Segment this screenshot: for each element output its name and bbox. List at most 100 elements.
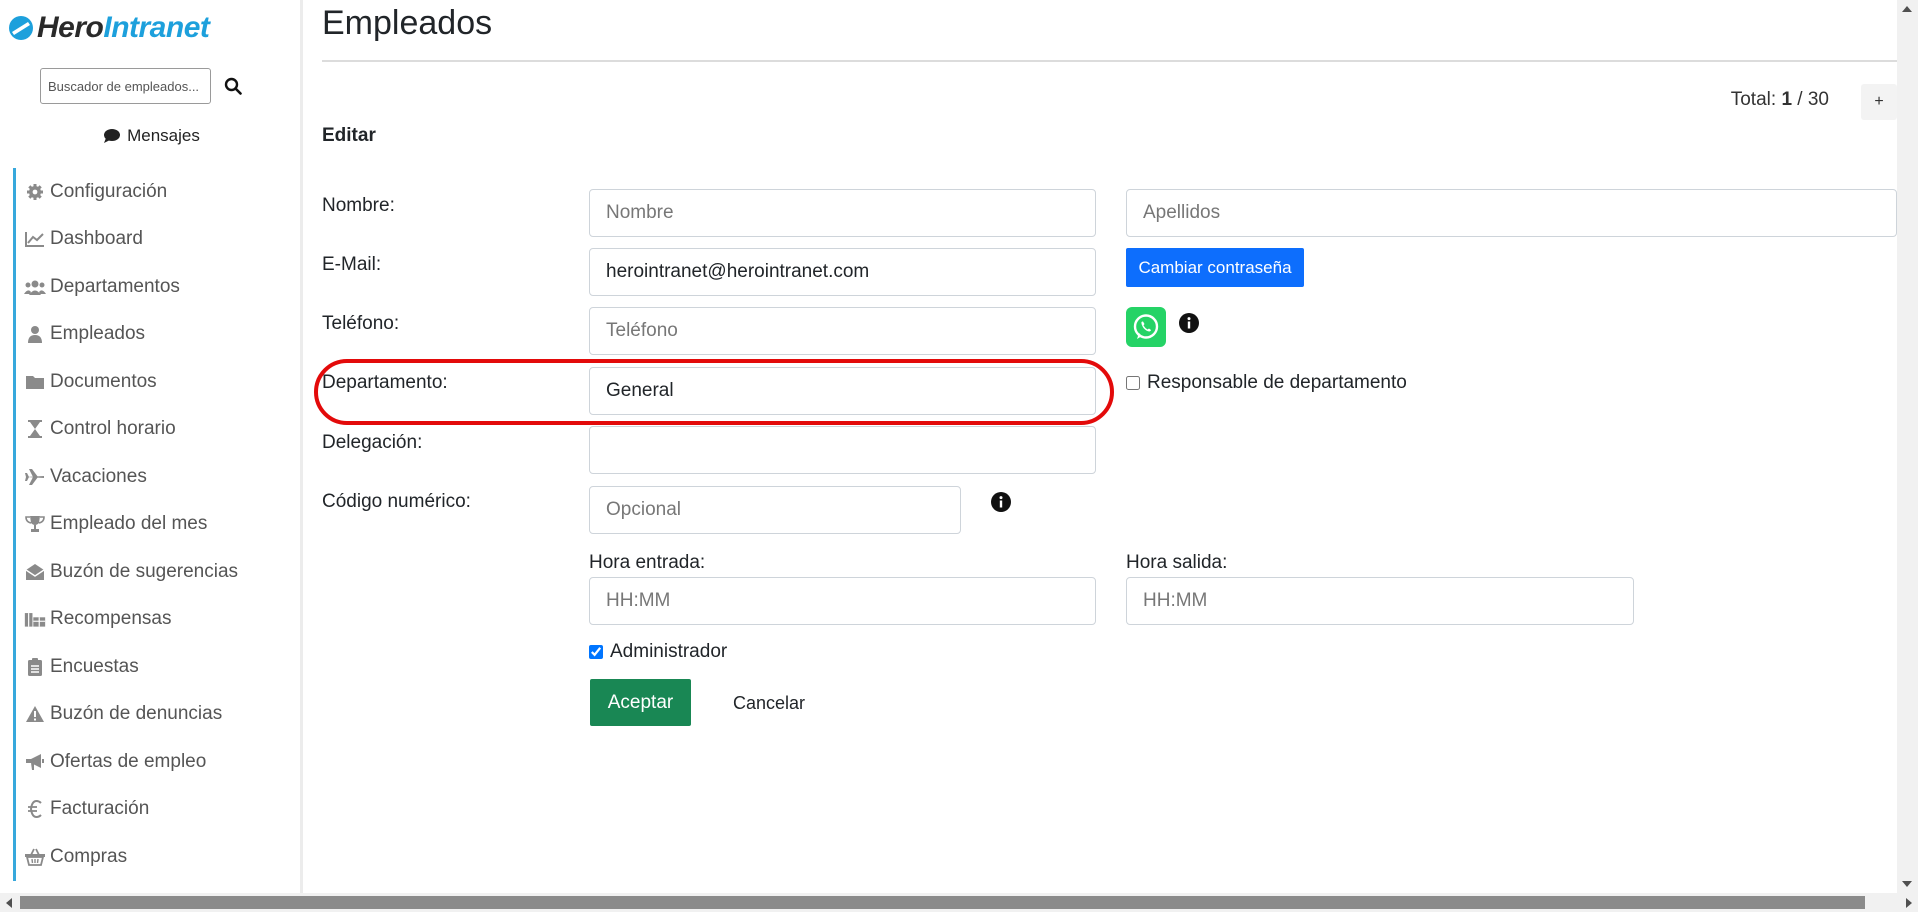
nombre-input[interactable] [589, 189, 1096, 237]
sidebar-item-control-horario[interactable]: Control horario [13, 405, 300, 453]
whatsapp-info-icon[interactable] [1179, 313, 1199, 333]
sidebar-item-label: Vacaciones [50, 465, 147, 487]
warning-icon [24, 705, 46, 723]
scroll-left-icon[interactable] [6, 898, 12, 908]
sidebar-item-label: Control horario [50, 418, 176, 440]
sidebar-item-ofertas-empleo[interactable]: Ofertas de empleo [13, 738, 300, 786]
total-separator: / [1797, 89, 1803, 110]
clipboard-icon [24, 657, 46, 676]
hora-salida-label: Hora salida: [1126, 552, 1228, 573]
sidebar-item-label: Compras [50, 845, 128, 867]
sidebar-item-label: Empleado del mes [50, 513, 208, 535]
administrador-checkbox-row[interactable]: Administrador [589, 641, 727, 663]
sidebar-item-documentos[interactable]: Documentos [13, 358, 300, 406]
accept-button[interactable]: Aceptar [590, 679, 691, 726]
employee-search-input[interactable] [40, 68, 211, 104]
scroll-right-icon[interactable] [1906, 898, 1912, 908]
whatsapp-icon[interactable] [1126, 307, 1166, 347]
administrador-label: Administrador [610, 641, 728, 662]
change-password-button[interactable]: Cambiar contraseña [1126, 248, 1304, 287]
total-count: 30 [1807, 89, 1829, 110]
section-title: Editar [322, 125, 376, 146]
sidebar-item-label: Departamentos [50, 275, 180, 297]
sidebar-item-label: Ofertas de empleo [50, 750, 207, 772]
logo[interactable]: HeroIntranet [8, 8, 210, 48]
logo-text: HeroIntranet [37, 11, 210, 45]
telefono-label: Teléfono: [322, 313, 400, 334]
sidebar-item-compras[interactable]: Compras [13, 833, 300, 881]
administrador-checkbox[interactable] [589, 645, 603, 659]
sidebar-item-label: Documentos [50, 370, 157, 392]
gifts-icon [24, 609, 46, 629]
sidebar-item-vacaciones[interactable]: Vacaciones [13, 453, 300, 501]
sidebar-item-buzon-denuncias[interactable]: Buzón de denuncias [13, 690, 300, 738]
users-icon [24, 279, 46, 295]
sidebar-item-label: Buzón de sugerencias [50, 560, 239, 582]
line-chart-icon [24, 231, 46, 248]
horizontal-scroll-thumb[interactable] [20, 896, 1865, 909]
messages-link[interactable]: Mensajes [0, 126, 300, 146]
main-content: Empleados Total: 1 / 30 + Editar Nombre:… [314, 0, 1897, 893]
sidebar-item-recompensas[interactable]: Recompensas [13, 595, 300, 643]
basket-icon [24, 848, 46, 866]
sidebar-item-configuracion[interactable]: Configuración [13, 168, 300, 216]
sidebar-item-label: Empleados [50, 323, 146, 345]
megaphone-icon [24, 753, 46, 771]
email-label: E-Mail: [322, 254, 382, 275]
sidebar: HeroIntranet Mensajes Configuración Dash… [0, 0, 303, 893]
hora-salida-input[interactable] [1126, 577, 1634, 625]
plane-icon [24, 468, 46, 486]
sidebar-item-buzon-sugerencias[interactable]: Buzón de sugerencias [13, 548, 300, 596]
hourglass-icon [24, 420, 46, 439]
departamento-select[interactable] [589, 367, 1096, 415]
logo-intranet: Intranet [103, 11, 210, 44]
sidebar-item-departamentos[interactable]: Departamentos [13, 263, 300, 311]
logo-icon [9, 16, 33, 40]
responsable-checkbox-row[interactable]: Responsable de departamento [1126, 372, 1407, 394]
scroll-up-icon[interactable] [1902, 6, 1912, 12]
horizontal-scrollbar[interactable] [0, 893, 1918, 912]
folder-icon [24, 374, 46, 390]
sidebar-item-empleado-del-mes[interactable]: Empleado del mes [13, 500, 300, 548]
chat-bubble-icon [103, 128, 121, 144]
gear-icon [24, 183, 46, 201]
total-prefix: Total: [1730, 89, 1777, 110]
sidebar-item-label: Recompensas [50, 608, 172, 630]
responsable-label: Responsable de departamento [1147, 372, 1407, 393]
envelope-open-icon [24, 563, 46, 581]
trophy-icon [24, 515, 46, 533]
apellidos-input[interactable] [1126, 189, 1897, 237]
sidebar-item-label: Facturación [50, 798, 150, 820]
page-title: Empleados [322, 4, 493, 42]
hora-entrada-label: Hora entrada: [589, 552, 706, 573]
logo-hero: Hero [37, 11, 104, 44]
search-icon[interactable] [222, 75, 244, 97]
euro-icon [24, 800, 46, 819]
delegacion-label: Delegación: [322, 432, 423, 453]
sidebar-item-dashboard[interactable]: Dashboard [13, 215, 300, 263]
email-input[interactable] [589, 248, 1096, 296]
employee-search [40, 68, 244, 104]
codigo-input[interactable] [589, 486, 961, 534]
delegacion-input[interactable] [589, 426, 1096, 474]
nombre-label: Nombre: [322, 195, 395, 216]
cancel-button[interactable]: Cancelar [733, 693, 805, 714]
sidebar-item-label: Configuración [50, 180, 168, 202]
scroll-down-icon[interactable] [1902, 881, 1912, 887]
sidebar-item-label: Encuestas [50, 655, 139, 677]
sidebar-nav: Configuración Dashboard Departamentos Em… [13, 168, 300, 881]
codigo-info-icon[interactable] [991, 492, 1011, 512]
pagination-total: Total: 1 / 30 [1731, 89, 1829, 111]
vertical-scrollbar[interactable] [1897, 0, 1918, 893]
title-divider [322, 60, 1897, 62]
telefono-input[interactable] [589, 307, 1096, 355]
add-employee-button[interactable]: + [1861, 84, 1897, 120]
hora-entrada-input[interactable] [589, 577, 1096, 625]
sidebar-item-empleados[interactable]: Empleados [13, 310, 300, 358]
sidebar-item-encuestas[interactable]: Encuestas [13, 643, 300, 691]
sidebar-item-facturacion[interactable]: Facturación [13, 785, 300, 833]
total-current: 1 [1781, 89, 1793, 110]
user-icon [24, 325, 46, 344]
responsable-checkbox[interactable] [1126, 376, 1140, 390]
departamento-label: Departamento: [322, 372, 448, 393]
